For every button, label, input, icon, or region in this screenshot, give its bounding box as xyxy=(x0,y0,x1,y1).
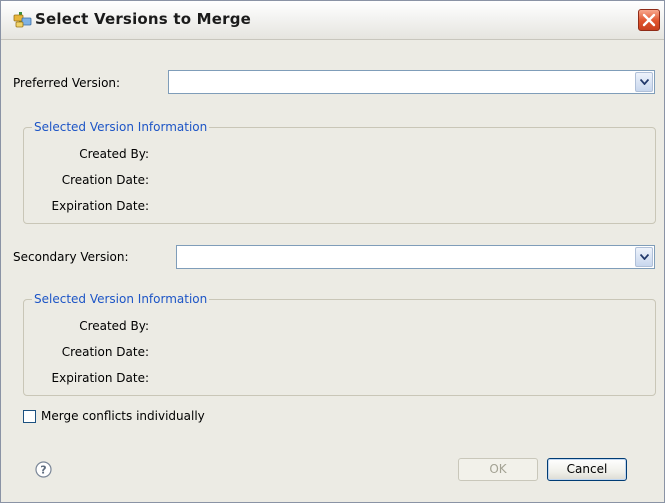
secondary-creation-date-label: Creation Date: xyxy=(61,345,149,359)
preferred-version-info-group: Selected Version Information Created By:… xyxy=(23,120,656,224)
preferred-creation-date-label: Creation Date: xyxy=(61,173,149,187)
secondary-version-info-group: Selected Version Information Created By:… xyxy=(23,292,656,396)
preferred-expiration-date-label: Expiration Date: xyxy=(51,199,149,213)
dialog-body: Preferred Version: Selected Version Info… xyxy=(1,40,664,502)
merge-dialog: Select Versions to Merge Preferred Versi… xyxy=(0,0,665,503)
window-title: Select Versions to Merge xyxy=(35,10,252,28)
close-icon xyxy=(642,13,656,27)
cancel-button[interactable]: Cancel xyxy=(547,458,627,481)
app-icon xyxy=(13,11,33,29)
secondary-version-dropdown-button[interactable] xyxy=(635,247,653,267)
close-button[interactable] xyxy=(638,9,660,31)
ok-button[interactable]: OK xyxy=(458,458,538,481)
preferred-created-by-label: Created By: xyxy=(79,147,149,161)
chevron-down-icon xyxy=(640,79,649,85)
help-icon[interactable]: ? xyxy=(35,461,52,478)
chevron-down-icon xyxy=(640,254,649,260)
preferred-version-select[interactable] xyxy=(168,70,655,94)
merge-individually-label[interactable]: Merge conflicts individually xyxy=(41,409,205,423)
svg-text:?: ? xyxy=(40,464,46,477)
preferred-info-legend: Selected Version Information xyxy=(32,120,210,134)
secondary-version-label: Secondary Version: xyxy=(13,250,129,264)
secondary-expiration-date-label: Expiration Date: xyxy=(51,371,149,385)
preferred-version-label: Preferred Version: xyxy=(13,76,121,90)
secondary-version-select[interactable] xyxy=(176,245,655,269)
secondary-created-by-label: Created By: xyxy=(79,319,149,333)
preferred-version-dropdown-button[interactable] xyxy=(635,72,653,92)
merge-individually-checkbox[interactable] xyxy=(23,410,36,423)
secondary-info-legend: Selected Version Information xyxy=(32,292,210,306)
title-bar[interactable]: Select Versions to Merge xyxy=(1,1,664,40)
